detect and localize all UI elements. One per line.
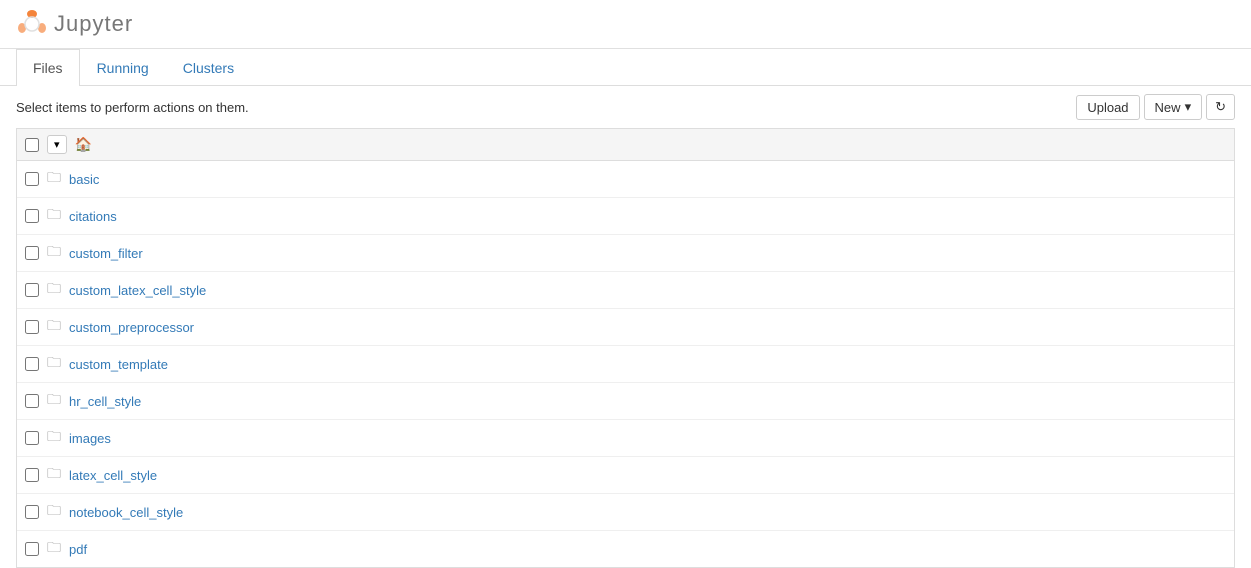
row-checkbox[interactable] xyxy=(25,320,39,334)
folder-icon: 🗀 xyxy=(47,167,61,191)
home-breadcrumb[interactable]: 🏠 xyxy=(75,136,92,153)
row-checkbox[interactable] xyxy=(25,283,39,297)
folder-icon: 🗀 xyxy=(47,463,61,487)
folder-icon: 🗀 xyxy=(47,204,61,228)
jupyter-logo-icon xyxy=(16,8,48,40)
file-name-link[interactable]: custom_filter xyxy=(69,246,143,261)
folder-icon: 🗀 xyxy=(47,315,61,339)
folder-icon: 🗀 xyxy=(47,352,61,376)
new-dropdown-arrow: ▾ xyxy=(1185,99,1192,115)
tab-running[interactable]: Running xyxy=(80,49,166,86)
table-row: 🗀 custom_latex_cell_style xyxy=(17,272,1234,309)
file-name-link[interactable]: images xyxy=(69,431,111,446)
tabs-bar: Files Running Clusters xyxy=(0,49,1251,86)
upload-button[interactable]: Upload xyxy=(1076,95,1139,120)
row-checkbox[interactable] xyxy=(25,394,39,408)
table-row: 🗀 citations xyxy=(17,198,1234,235)
refresh-button[interactable]: ↻ xyxy=(1206,94,1235,120)
toolbar: Select items to perform actions on them.… xyxy=(0,86,1251,128)
tab-clusters[interactable]: Clusters xyxy=(166,49,251,86)
row-checkbox[interactable] xyxy=(25,172,39,186)
file-name-link[interactable]: basic xyxy=(69,172,99,187)
table-row: 🗀 basic xyxy=(17,161,1234,198)
file-name-link[interactable]: pdf xyxy=(69,542,87,557)
sort-dropdown[interactable]: ▾ xyxy=(47,135,67,154)
file-name-link[interactable]: hr_cell_style xyxy=(69,394,141,409)
new-button[interactable]: New ▾ xyxy=(1144,94,1203,120)
file-list: 🗀 basic 🗀 citations 🗀 custom_filter 🗀 custom_la… xyxy=(16,160,1235,568)
row-checkbox[interactable] xyxy=(25,542,39,556)
folder-icon: 🗀 xyxy=(47,426,61,450)
jupyter-logo: Jupyter xyxy=(16,8,133,40)
row-checkbox[interactable] xyxy=(25,357,39,371)
file-name-link[interactable]: custom_latex_cell_style xyxy=(69,283,206,298)
toolbar-actions: Upload New ▾ ↻ xyxy=(1076,94,1235,120)
folder-icon: 🗀 xyxy=(47,537,61,561)
select-hint: Select items to perform actions on them. xyxy=(16,100,249,115)
table-row: 🗀 pdf xyxy=(17,531,1234,567)
file-name-link[interactable]: custom_preprocessor xyxy=(69,320,194,335)
file-list-header: ▾ 🏠 xyxy=(16,128,1235,160)
folder-icon: 🗀 xyxy=(47,278,61,302)
header: Jupyter xyxy=(0,0,1251,49)
table-row: 🗀 hr_cell_style xyxy=(17,383,1234,420)
row-checkbox[interactable] xyxy=(25,209,39,223)
file-name-link[interactable]: citations xyxy=(69,209,117,224)
row-checkbox[interactable] xyxy=(25,468,39,482)
table-row: 🗀 custom_preprocessor xyxy=(17,309,1234,346)
row-checkbox[interactable] xyxy=(25,246,39,260)
table-row: 🗀 custom_template xyxy=(17,346,1234,383)
file-name-link[interactable]: custom_template xyxy=(69,357,168,372)
jupyter-title: Jupyter xyxy=(54,11,133,37)
table-row: 🗀 images xyxy=(17,420,1234,457)
select-all-checkbox[interactable] xyxy=(25,138,39,152)
folder-icon: 🗀 xyxy=(47,389,61,413)
file-list-container: ▾ 🏠 🗀 basic 🗀 citations 🗀 custom_filter 🗀 custo… xyxy=(0,128,1251,568)
file-name-link[interactable]: notebook_cell_style xyxy=(69,505,183,520)
file-name-link[interactable]: latex_cell_style xyxy=(69,468,157,483)
row-checkbox[interactable] xyxy=(25,431,39,445)
new-label: New xyxy=(1155,100,1181,115)
table-row: 🗀 custom_filter xyxy=(17,235,1234,272)
table-row: 🗀 latex_cell_style xyxy=(17,457,1234,494)
tab-files[interactable]: Files xyxy=(16,49,80,86)
row-checkbox[interactable] xyxy=(25,505,39,519)
folder-icon: 🗀 xyxy=(47,241,61,265)
folder-icon: 🗀 xyxy=(47,500,61,524)
